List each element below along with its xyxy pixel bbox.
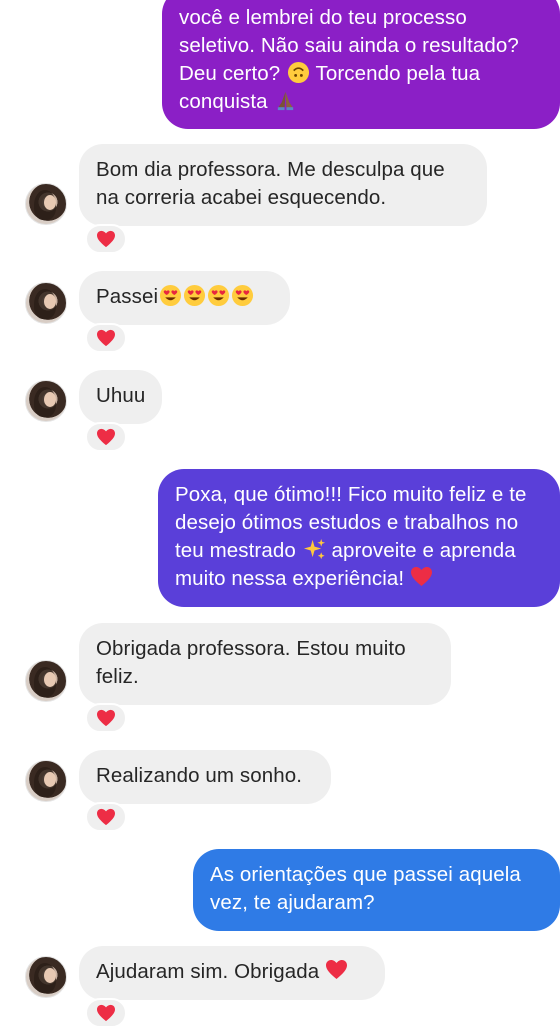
upside-down-face-emoji [288,61,310,84]
outgoing-message[interactable]: você e lembrei do teu processo seletivo.… [162,0,560,129]
message-text: Ajudaram sim. Obrigada [96,960,320,983]
contact-avatar[interactable] [25,282,67,324]
message-text-line: seletivo. Não saiu ainda o resultado? [179,34,519,57]
message-text: Realizando um sonho. [96,764,302,787]
contact-avatar[interactable] [25,956,67,998]
heart-icon [97,329,115,347]
message-reaction[interactable] [85,998,127,1028]
message-text: As orientações que passei aquela vez, te… [210,863,527,914]
heart-icon [97,808,115,826]
chat-thread: você e lembrei do teu processo seletivo.… [0,0,560,1033]
message-text: Uhuu [96,384,146,407]
message-reaction[interactable] [85,224,127,254]
heart-icon [97,428,115,446]
message-text: Bom dia professora. Me desculpa que na c… [96,158,451,209]
message-text-line: você e lembrei do teu processo [179,6,467,29]
incoming-message[interactable]: Passei [79,271,290,325]
message-text: Obrigada professora. Estou muito feliz. [96,637,412,688]
incoming-message[interactable]: Bom dia professora. Me desculpa que na c… [79,144,487,226]
heart-emoji [326,959,348,980]
outgoing-message[interactable]: Poxa, que ótimo!!! Fico muito feliz e te… [158,469,560,607]
sparkles-emoji [303,538,325,560]
heart-eyes-emoji [160,284,182,307]
incoming-message[interactable]: Obrigada professora. Estou muito feliz. [79,623,451,705]
heart-eyes-emoji [232,284,254,307]
pray-emoji [278,91,294,111]
contact-avatar[interactable] [25,760,67,802]
contact-avatar[interactable] [25,660,67,702]
contact-avatar[interactable] [25,183,67,225]
heart-eyes-emoji [184,284,206,307]
heart-icon [97,1004,115,1022]
contact-avatar[interactable] [25,380,67,422]
message-text-line: Deu certo? Torcendo pela tua [179,61,481,85]
message-reaction[interactable] [85,323,127,353]
message-text: Passei [96,285,159,308]
incoming-message[interactable]: Uhuu [79,370,162,424]
outgoing-message[interactable]: As orientações que passei aquela vez, te… [193,849,560,931]
heart-emoji [410,566,432,587]
message-reaction[interactable] [85,422,127,452]
incoming-message[interactable]: Realizando um sonho. [79,750,331,804]
incoming-message[interactable]: Ajudaram sim. Obrigada [79,946,385,1000]
message-reaction[interactable] [85,703,127,733]
message-reaction[interactable] [85,802,127,832]
heart-eyes-emoji [208,284,230,307]
message-text-line: conquista [179,88,543,116]
heart-icon [97,230,115,248]
heart-icon [97,709,115,727]
